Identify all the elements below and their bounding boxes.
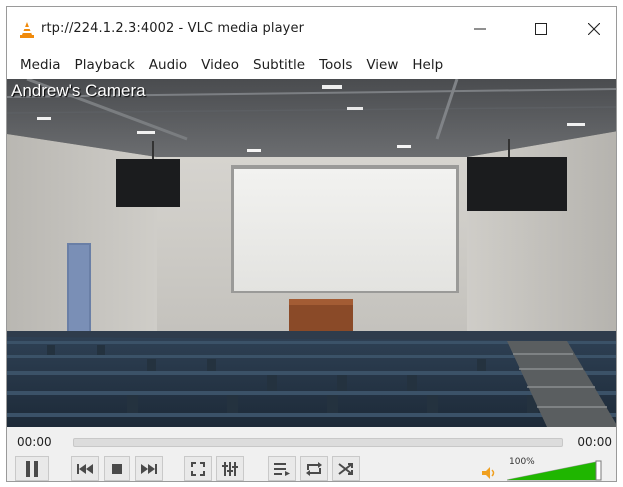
minimize-button[interactable] (460, 15, 500, 43)
playback-controls: 00:00 00:00 100% (7, 427, 616, 481)
volume-knob[interactable] (595, 460, 602, 481)
menu-bar: Media Playback Audio Video Subtitle Tool… (7, 51, 616, 79)
video-display[interactable]: Andrew's Camera (7, 79, 616, 427)
maximize-button[interactable] (521, 15, 561, 43)
total-time: 00:00 (577, 435, 612, 449)
menu-tools[interactable]: Tools (312, 53, 359, 77)
random-button[interactable] (332, 456, 360, 481)
vlc-window: rtp://224.1.2.3:4002 - VLC media player … (6, 6, 617, 482)
menu-media[interactable]: Media (13, 53, 68, 77)
next-icon (141, 463, 157, 474)
loop-icon (306, 461, 322, 476)
pause-button[interactable] (15, 456, 49, 481)
menu-video[interactable]: Video (194, 53, 246, 77)
title-bar: rtp://224.1.2.3:4002 - VLC media player (7, 7, 616, 51)
speaker-icon[interactable] (482, 467, 496, 479)
extended-settings-button[interactable] (216, 456, 244, 481)
maximize-icon (535, 23, 547, 35)
playlist-icon (274, 462, 290, 476)
stop-icon (112, 463, 122, 474)
elapsed-time: 00:00 (17, 435, 52, 449)
extended-settings-icon (222, 461, 238, 476)
close-button[interactable] (574, 15, 614, 43)
seek-bar[interactable] (73, 438, 563, 447)
menu-audio[interactable]: Audio (142, 53, 194, 77)
previous-button[interactable] (71, 456, 99, 481)
menu-help[interactable]: Help (405, 53, 450, 77)
next-button[interactable] (135, 456, 163, 481)
close-icon (588, 23, 600, 35)
random-icon (338, 462, 353, 475)
vlc-cone-icon (20, 22, 34, 38)
fullscreen-button[interactable] (184, 456, 212, 481)
previous-icon (77, 463, 93, 474)
window-title: rtp://224.1.2.3:4002 - VLC media player (41, 21, 305, 36)
menu-subtitle[interactable]: Subtitle (246, 53, 312, 77)
menu-view[interactable]: View (359, 53, 405, 77)
pause-icon (26, 460, 38, 477)
volume-slider[interactable] (507, 459, 603, 481)
stop-button[interactable] (104, 456, 130, 481)
loop-button[interactable] (300, 456, 328, 481)
fullscreen-icon (191, 461, 205, 476)
minimize-icon (474, 28, 486, 30)
playlist-button[interactable] (268, 456, 296, 481)
menu-playback[interactable]: Playback (68, 53, 142, 77)
video-overlay-text: Andrew's Camera (11, 81, 146, 100)
lecture-hall-video-frame (7, 79, 616, 427)
